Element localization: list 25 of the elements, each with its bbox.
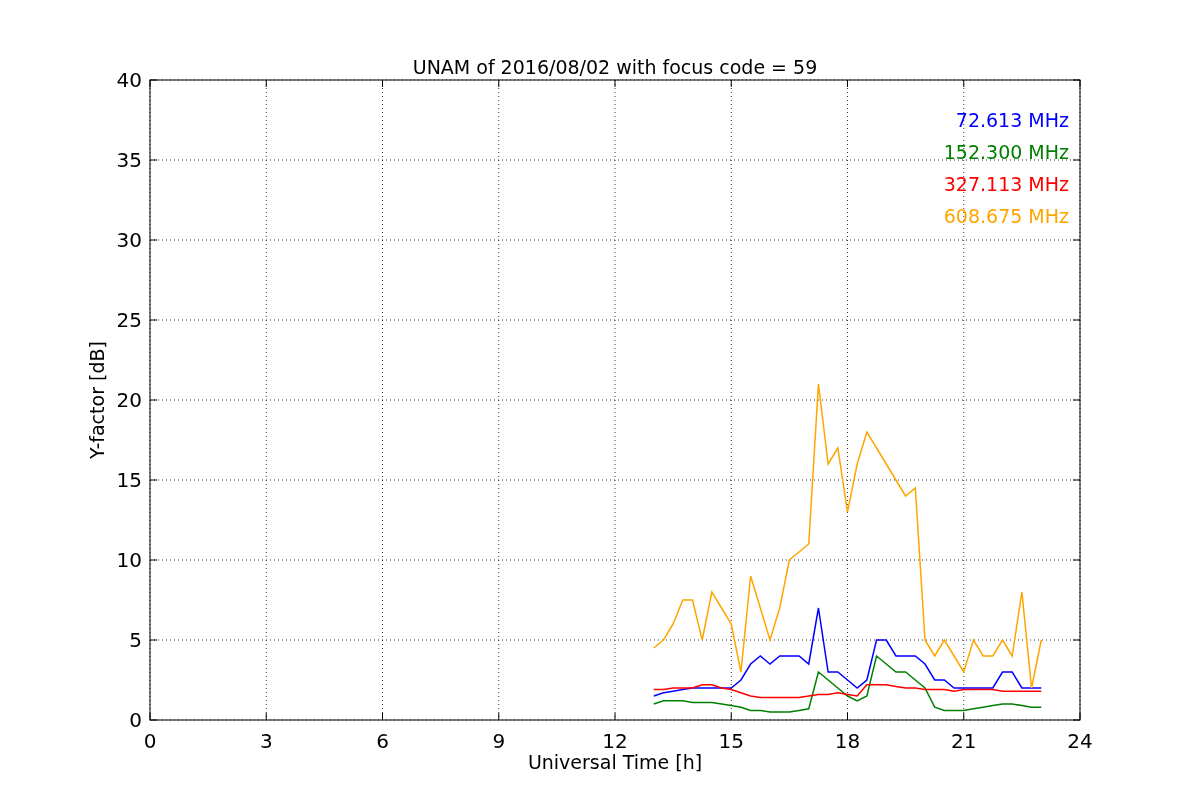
- legend-label: 608.675 MHz: [943, 205, 1069, 227]
- legend-label: 72.613 MHz: [955, 109, 1069, 131]
- axis-tick-label: 12: [602, 729, 628, 753]
- axis-tick-label: 0: [129, 708, 142, 732]
- axis-tick-label: 15: [116, 468, 142, 492]
- axis-tick-label: 9: [492, 729, 506, 753]
- axis-label: Universal Time [h]: [527, 751, 703, 773]
- axis-tick-label: 30: [116, 228, 142, 252]
- chart-title: UNAM of 2016/08/02 with focus code = 59: [412, 56, 818, 78]
- axis-tick-label: 0: [143, 729, 157, 753]
- legend-label: 152.300 MHz: [943, 141, 1069, 163]
- axis-label: Y-factor [dB]: [86, 341, 108, 459]
- legend-label: 327.113 MHz: [943, 173, 1069, 195]
- axis-tick-label: 5: [129, 628, 142, 652]
- axis-tick-label: 25: [116, 308, 142, 332]
- axis-tick-label: 21: [951, 729, 977, 753]
- axis-tick-label: 3: [259, 729, 273, 753]
- axis-tick-label: 18: [834, 729, 861, 753]
- axis-tick-label: 24: [1067, 729, 1093, 753]
- axis-tick-label: 40: [116, 68, 142, 92]
- axis-tick-label: 15: [718, 729, 744, 753]
- axis-tick-label: 10: [116, 548, 142, 572]
- axis-tick-label: 20: [116, 388, 142, 412]
- axis-tick-label: 35: [116, 148, 142, 172]
- axis-tick-label: 6: [376, 729, 389, 753]
